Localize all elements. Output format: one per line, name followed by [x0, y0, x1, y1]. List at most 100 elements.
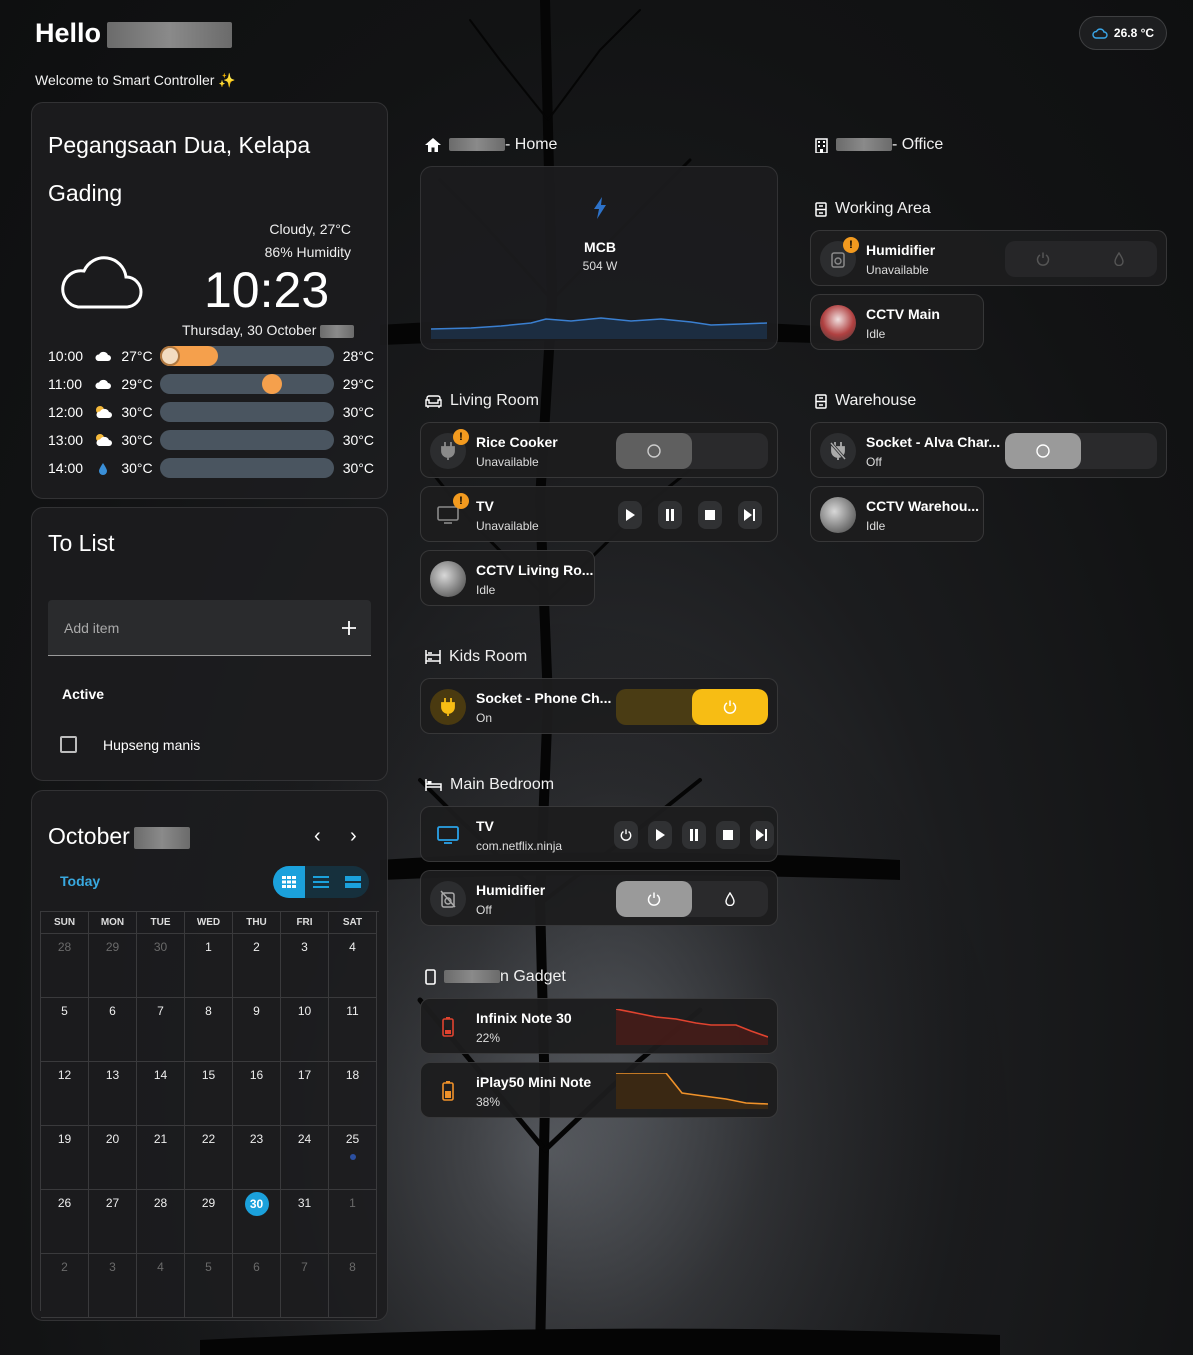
- stop-icon[interactable]: [716, 821, 740, 849]
- calendar-day-cell[interactable]: 4: [137, 1254, 185, 1318]
- calendar-event-dot: [349, 1154, 356, 1160]
- calendar-day-cell[interactable]: 18: [329, 1062, 377, 1126]
- toggle-off-knob[interactable]: [616, 433, 692, 469]
- today-button[interactable]: Today: [60, 873, 100, 889]
- calendar-day-cell[interactable]: 12: [41, 1062, 89, 1126]
- calendar-day-cell[interactable]: 3: [89, 1254, 137, 1318]
- calendar-day-cell[interactable]: 28: [137, 1190, 185, 1254]
- calendar-day-cell[interactable]: 5: [185, 1254, 233, 1318]
- living-room-tv-tile[interactable]: ! TV Unavailable: [420, 486, 778, 542]
- play-icon[interactable]: [618, 501, 642, 529]
- calendar-day-cell[interactable]: 16: [233, 1062, 281, 1126]
- cctv-main-tile[interactable]: CCTV Main Idle: [810, 294, 984, 350]
- chevron-right-icon[interactable]: ›: [350, 825, 357, 848]
- calendar-day-cell[interactable]: 28: [41, 934, 89, 998]
- phone-battery-tile[interactable]: Infinix Note 30 22%: [420, 998, 778, 1054]
- calendar-day-cell[interactable]: 1: [185, 934, 233, 998]
- redacted-name: [449, 138, 505, 152]
- calendar-day-cell[interactable]: 10: [281, 998, 329, 1062]
- tablet-battery-tile[interactable]: iPlay50 Mini Note 38%: [420, 1062, 778, 1118]
- calendar-day-number: 17: [297, 1068, 312, 1082]
- calendar-day-cell[interactable]: 25: [329, 1126, 377, 1190]
- calendar-day-number: 11: [346, 1004, 359, 1018]
- calendar-day-cell[interactable]: 7: [281, 1254, 329, 1318]
- power-toggle[interactable]: [616, 881, 768, 917]
- forecast-time: 14:00: [48, 460, 84, 476]
- calendar-day-cell[interactable]: 7: [137, 998, 185, 1062]
- calendar-day-cell[interactable]: 30: [233, 1190, 281, 1254]
- water-drop-icon[interactable]: [692, 881, 768, 917]
- calendar-day-cell[interactable]: 1: [329, 1190, 377, 1254]
- calendar-day-cell[interactable]: 2: [41, 1254, 89, 1318]
- todo-item[interactable]: Hupseng manis: [60, 736, 200, 753]
- add-item-input[interactable]: Add item: [48, 600, 371, 656]
- calendar-day-cell[interactable]: 19: [41, 1126, 89, 1190]
- chevron-left-icon[interactable]: ‹: [314, 825, 321, 848]
- water-drop-icon[interactable]: [1081, 241, 1157, 277]
- power-toggle[interactable]: [616, 689, 768, 725]
- bedroom-tv-tile[interactable]: TV com.netflix.ninja: [420, 806, 778, 862]
- calendar-day-cell[interactable]: 5: [41, 998, 89, 1062]
- calendar-day-cell[interactable]: 6: [89, 998, 137, 1062]
- bedroom-humidifier-tile[interactable]: Humidifier Off: [420, 870, 778, 926]
- cctv-warehouse-tile[interactable]: CCTV Warehou... Idle: [810, 486, 984, 542]
- power-toggle[interactable]: [1005, 241, 1157, 277]
- power-icon[interactable]: [616, 881, 692, 917]
- calendar-day-cell[interactable]: 22: [185, 1126, 233, 1190]
- warehouse-socket-tile[interactable]: Socket - Alva Char... Off: [810, 422, 1167, 478]
- calendar-day-cell[interactable]: 8: [329, 1254, 377, 1318]
- forecast-high: 29°C: [342, 376, 374, 392]
- rice-cooker-tile[interactable]: ! Rice Cooker Unavailable: [420, 422, 778, 478]
- calendar-day-cell[interactable]: 24: [281, 1126, 329, 1190]
- play-icon[interactable]: [648, 821, 672, 849]
- pause-icon[interactable]: [682, 821, 706, 849]
- power-icon[interactable]: [692, 689, 768, 725]
- weekday-header: FRI: [281, 912, 329, 934]
- forecast-row: 10:00 27°C 28°C: [48, 345, 378, 367]
- calendar-day-cell[interactable]: 14: [137, 1062, 185, 1126]
- calendar-day-cell[interactable]: 3: [281, 934, 329, 998]
- calendar-day-cell[interactable]: 11: [329, 998, 377, 1062]
- mcb-power-card[interactable]: MCB 504 W: [420, 166, 778, 350]
- plus-icon[interactable]: [341, 620, 357, 636]
- kids-socket-tile[interactable]: Socket - Phone Ch... On: [420, 678, 778, 734]
- calendar-day-cell[interactable]: 26: [41, 1190, 89, 1254]
- calendar-day-cell[interactable]: 21: [137, 1126, 185, 1190]
- calendar-day-cell[interactable]: 13: [89, 1062, 137, 1126]
- power-toggle[interactable]: [616, 433, 768, 469]
- partly-sunny-icon: [92, 405, 114, 419]
- calendar-day-cell[interactable]: 29: [185, 1190, 233, 1254]
- stop-icon[interactable]: [698, 501, 722, 529]
- calendar-day-cell[interactable]: 9: [233, 998, 281, 1062]
- weather-chip[interactable]: 26.8 °C: [1079, 16, 1167, 50]
- calendar-day-cell[interactable]: 20: [89, 1126, 137, 1190]
- power-icon[interactable]: [614, 821, 638, 849]
- calendar-day-cell[interactable]: 30: [137, 934, 185, 998]
- calendar-day-number: 7: [157, 1004, 164, 1018]
- cctv-living-room-tile[interactable]: CCTV Living Ro... Idle: [420, 550, 595, 606]
- next-track-icon[interactable]: [750, 821, 774, 849]
- calendar-day-cell[interactable]: 6: [233, 1254, 281, 1318]
- calendar-day-cell[interactable]: 31: [281, 1190, 329, 1254]
- next-track-icon[interactable]: [738, 501, 762, 529]
- calendar-day-cell[interactable]: 29: [89, 934, 137, 998]
- calendar-day-cell[interactable]: 27: [89, 1190, 137, 1254]
- calendar-day-number: 4: [157, 1260, 164, 1274]
- todo-checkbox[interactable]: [60, 736, 77, 753]
- calendar-day-cell[interactable]: 17: [281, 1062, 329, 1126]
- week-view-icon[interactable]: [305, 866, 337, 898]
- office-humidifier-tile[interactable]: ! Humidifier Unavailable: [810, 230, 1167, 286]
- weather-card[interactable]: Pegangsaan Dua, Kelapa Gading Cloudy, 27…: [31, 102, 388, 499]
- toggle-off-knob[interactable]: [1005, 433, 1081, 469]
- calendar-day-cell[interactable]: 15: [185, 1062, 233, 1126]
- month-view-icon[interactable]: [273, 866, 305, 898]
- calendar-day-cell[interactable]: 4: [329, 934, 377, 998]
- day-view-icon[interactable]: [337, 866, 369, 898]
- calendar-day-cell[interactable]: 2: [233, 934, 281, 998]
- calendar-day-cell[interactable]: 8: [185, 998, 233, 1062]
- calendar-day-cell[interactable]: 23: [233, 1126, 281, 1190]
- calendar-view-switcher[interactable]: [273, 866, 369, 898]
- pause-icon[interactable]: [658, 501, 682, 529]
- power-icon[interactable]: [1005, 241, 1081, 277]
- power-toggle[interactable]: [1005, 433, 1157, 469]
